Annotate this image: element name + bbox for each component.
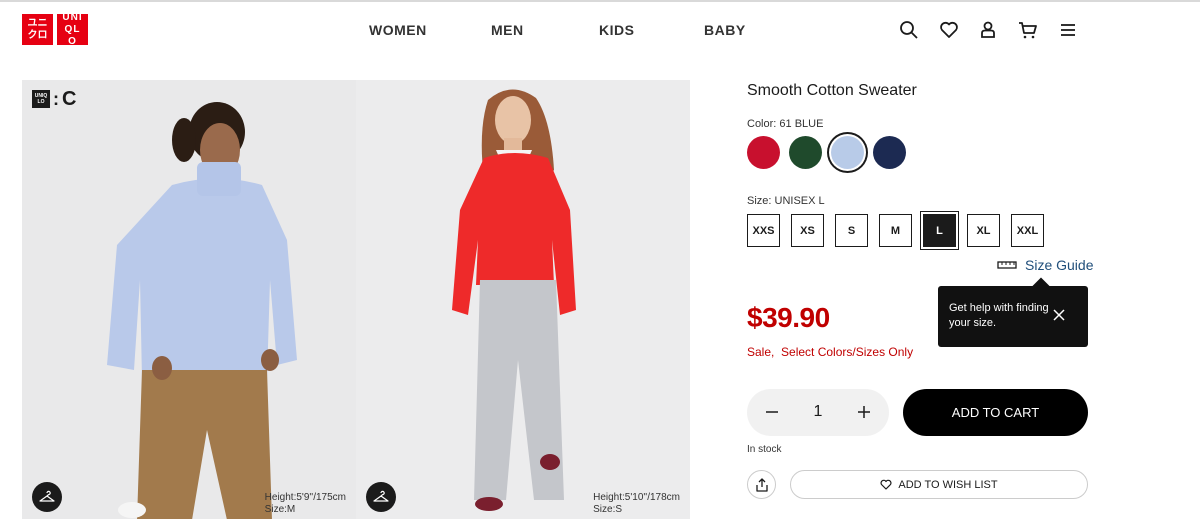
- tooltip-text: Get help with finding your size.: [949, 302, 1049, 329]
- nav-baby[interactable]: BABY: [704, 22, 746, 38]
- product-photo-1[interactable]: UNIQLO : C Height:5'9''/175cm Size:M: [22, 80, 356, 519]
- quantity-stepper: 1: [747, 389, 889, 436]
- size-label: Size: UNISEX L: [747, 195, 825, 207]
- brand-tag-colon: :: [53, 89, 59, 109]
- size-options: XXS XS S M L XL XXL: [747, 214, 1044, 247]
- size-help-tooltip: Get help with finding your size.: [938, 286, 1088, 347]
- color-swatch-red[interactable]: [747, 136, 780, 169]
- product-title: Smooth Cotton Sweater: [747, 82, 917, 99]
- model-info-1: Height:5'9''/175cm Size:M: [265, 492, 346, 516]
- brand-tag-letter: C: [62, 88, 77, 110]
- color-swatch-navy[interactable]: [873, 136, 906, 169]
- size-xxl[interactable]: XXL: [1011, 214, 1044, 247]
- hanger-icon[interactable]: [32, 482, 62, 512]
- model-height: Height:5'9''/175cm: [264, 492, 346, 503]
- model-info-2: Height:5'10''/178cm Size:S: [593, 492, 680, 516]
- wish-list-label: ADD TO WISH LIST: [898, 478, 998, 491]
- hanger-icon[interactable]: [366, 482, 396, 512]
- product-gallery: UNIQLO : C Height:5'9''/175cm Size:M Hei…: [22, 80, 692, 519]
- size-s[interactable]: S: [835, 214, 868, 247]
- size-guide-label: Size Guide: [1025, 257, 1094, 273]
- size-l[interactable]: L: [923, 214, 956, 247]
- account-icon[interactable]: [978, 20, 998, 40]
- heart-icon[interactable]: [939, 20, 959, 40]
- add-to-cart-button[interactable]: ADD TO CART: [903, 389, 1088, 436]
- model-photo-red-sweater: [356, 80, 690, 519]
- size-xs[interactable]: XS: [791, 214, 824, 247]
- plus-icon[interactable]: [853, 401, 875, 423]
- product-photo-2[interactable]: Height:5'10''/178cm Size:S: [356, 80, 690, 519]
- mini-uniqlo-logo: UNIQLO: [32, 90, 50, 108]
- stock-status: In stock: [747, 444, 782, 455]
- cart-icon[interactable]: [1018, 20, 1038, 40]
- ruler-icon: [997, 261, 1017, 269]
- nav-kids[interactable]: KIDS: [599, 22, 634, 38]
- size-m[interactable]: M: [879, 214, 912, 247]
- product-price: $39.90: [747, 302, 830, 333]
- search-icon[interactable]: [899, 20, 919, 40]
- color-swatch-green[interactable]: [789, 136, 822, 169]
- size-xxs[interactable]: XXS: [747, 214, 780, 247]
- sale-prefix: Sale,: [747, 345, 775, 359]
- sale-detail: Select Colors/Sizes Only: [781, 345, 914, 359]
- color-label: Color: 61 BLUE: [747, 118, 824, 130]
- nav-men[interactable]: MEN: [491, 22, 524, 38]
- size-guide-link[interactable]: Size Guide: [997, 257, 1093, 273]
- color-swatches: [747, 136, 906, 169]
- model-size: Size:S: [593, 504, 623, 515]
- menu-icon[interactable]: [1058, 20, 1078, 40]
- close-icon[interactable]: [1052, 308, 1066, 322]
- sale-note: Sale, Select Colors/Sizes Only: [747, 345, 913, 359]
- model-photo-blue-sweater: [22, 80, 356, 519]
- header-top-border: [0, 0, 1200, 2]
- nav-women[interactable]: WOMEN: [369, 22, 427, 38]
- share-icon[interactable]: [747, 470, 776, 499]
- add-to-wish-list-button[interactable]: ADD TO WISH LIST: [790, 470, 1088, 499]
- model-size: Size:M: [264, 504, 296, 515]
- size-xl[interactable]: XL: [967, 214, 1000, 247]
- uniqlo-c-brand-tag: UNIQLO : C: [32, 88, 77, 110]
- heart-icon: [880, 479, 892, 490]
- color-swatch-blue[interactable]: [831, 136, 864, 169]
- model-height: Height:5'10''/178cm: [593, 492, 680, 503]
